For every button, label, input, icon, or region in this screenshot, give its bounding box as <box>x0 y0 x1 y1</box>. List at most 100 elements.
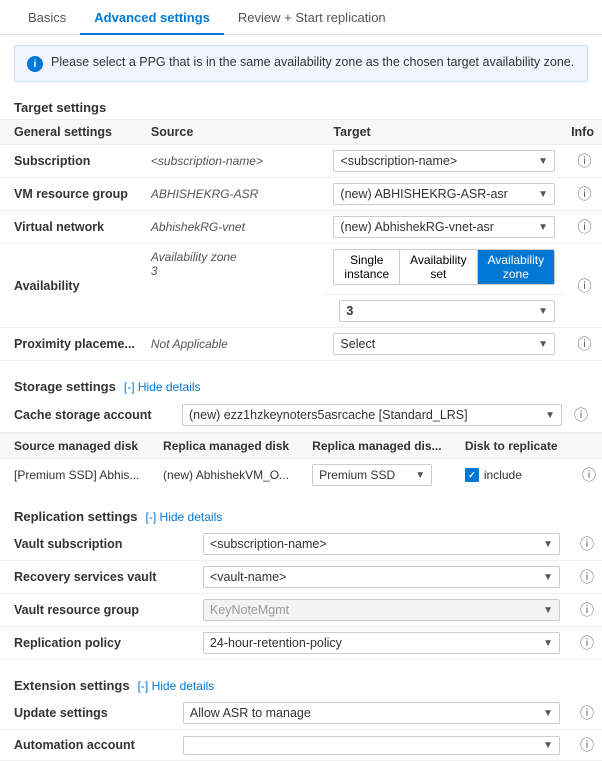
extension-settings-header: Extension settings [-] Hide details <box>0 670 602 697</box>
info-icon-vault-rg[interactable]: ⓘ <box>576 602 594 618</box>
source-vnet: AbhishekRG-vnet <box>151 220 245 234</box>
tab-basics[interactable]: Basics <box>14 0 80 35</box>
row-label-automation-account: Automation account <box>0 730 143 761</box>
tab-review-start[interactable]: Review + Start replication <box>224 0 400 35</box>
chevron-down-icon: ▼ <box>545 410 555 421</box>
table-row-proximity: Proximity placeme... Not Applicable Sele… <box>0 328 602 361</box>
include-label: include <box>484 468 522 482</box>
chevron-down-icon: ▼ <box>538 306 548 317</box>
source-proximity: Not Applicable <box>151 337 228 351</box>
chevron-down-icon: ▼ <box>538 222 548 233</box>
dropdown-cache-storage[interactable]: (new) ezz1hzkeynoters5asrcache [Standard… <box>182 404 562 426</box>
source-subscription: <subscription-name> <box>151 154 263 168</box>
col-source: Source <box>143 120 326 145</box>
tab-bar: Basics Advanced settings Review + Start … <box>0 0 602 35</box>
col-info: Info <box>563 120 602 145</box>
table-row-recovery-vault: Recovery services vault <vault-name> ▼ ⓘ <box>0 561 602 594</box>
table-row: Subscription <subscription-name> <subscr… <box>0 145 602 178</box>
extension-hide-link[interactable]: [-] Hide details <box>138 679 215 693</box>
dropdown-replica-type[interactable]: Premium SSD ▼ <box>312 464 432 486</box>
chevron-down-icon: ▼ <box>543 638 553 649</box>
disk-replica1-value: (new) AbhishekVM_O... <box>157 459 306 492</box>
row-label-vnet: Virtual network <box>0 211 143 244</box>
info-icon-update-settings[interactable]: ⓘ <box>576 705 594 721</box>
disk-col-replica2: Replica managed dis... <box>306 434 459 459</box>
row-label-availability: Availability <box>0 244 143 328</box>
source-availability-line1: Availability zone <box>151 250 318 264</box>
info-icon-proximity[interactable]: ⓘ <box>574 336 592 352</box>
dropdown-subscription[interactable]: <subscription-name> ▼ <box>333 150 555 172</box>
table-row-vault-rg: Vault resource group KeyNoteMgmt ▼ ⓘ <box>0 594 602 627</box>
chevron-down-icon: ▼ <box>538 189 548 200</box>
avail-btn-set[interactable]: Availability set <box>400 250 477 284</box>
dropdown-vnet[interactable]: (new) AbhishekRG-vnet-asr ▼ <box>333 216 555 238</box>
target-settings-header: Target settings <box>0 92 602 119</box>
chevron-down-icon: ▼ <box>543 539 553 550</box>
chevron-down-icon: ▼ <box>543 708 553 719</box>
row-label-update-settings: Update settings <box>0 697 143 730</box>
info-icon-replication-policy[interactable]: ⓘ <box>576 635 594 651</box>
info-icon-subscription[interactable]: ⓘ <box>574 153 592 169</box>
table-row: Virtual network AbhishekRG-vnet (new) Ab… <box>0 211 602 244</box>
chevron-down-icon: ▼ <box>543 572 553 583</box>
disk-col-replicate: Disk to replicate <box>459 434 572 459</box>
row-label-proximity: Proximity placeme... <box>0 328 143 361</box>
dropdown-vm-rg[interactable]: (new) ABHISHEKRG-ASR-asr ▼ <box>333 183 555 205</box>
info-icon-vault-sub[interactable]: ⓘ <box>576 536 594 552</box>
chevron-down-icon: ▼ <box>543 605 553 616</box>
dropdown-vault-rg: KeyNoteMgmt ▼ <box>203 599 560 621</box>
info-icon-cache[interactable]: ⓘ <box>570 405 588 425</box>
replication-settings-table: Vault subscription <subscription-name> ▼… <box>0 528 602 660</box>
info-icon: i <box>27 56 43 72</box>
table-row-availability: Availability Availability zone 3 Single … <box>0 244 602 295</box>
disk-col-replica1: Replica managed disk <box>157 434 306 459</box>
chevron-down-icon: ▼ <box>538 339 548 350</box>
info-icon-recovery-vault[interactable]: ⓘ <box>576 569 594 585</box>
info-icon-vnet[interactable]: ⓘ <box>574 219 592 235</box>
info-icon-automation-account[interactable]: ⓘ <box>576 737 594 753</box>
target-settings-table: General settings Source Target Info Subs… <box>0 119 602 361</box>
availability-button-group: Single instance Availability set Availab… <box>333 249 555 285</box>
info-icon-disk[interactable]: ⓘ <box>578 467 596 483</box>
dropdown-recovery-vault[interactable]: <vault-name> ▼ <box>203 566 560 588</box>
row-label-vault-sub: Vault subscription <box>0 528 164 561</box>
tab-advanced-settings[interactable]: Advanced settings <box>80 0 224 35</box>
info-banner: i Please select a PPG that is in the sam… <box>14 45 588 82</box>
replication-hide-link[interactable]: [-] Hide details <box>146 510 223 524</box>
info-icon-availability[interactable]: ⓘ <box>574 278 592 294</box>
chevron-down-icon: ▼ <box>543 740 553 751</box>
source-vm-rg: ABHISHEKRG-ASR <box>151 187 258 201</box>
table-row: VM resource group ABHISHEKRG-ASR (new) A… <box>0 178 602 211</box>
dropdown-update-settings[interactable]: Allow ASR to manage ▼ <box>183 702 560 724</box>
storage-hide-link[interactable]: [-] Hide details <box>124 380 201 394</box>
disk-table: Source managed disk Replica managed disk… <box>0 433 602 491</box>
col-target: Target <box>325 120 563 145</box>
table-row-vault-sub: Vault subscription <subscription-name> ▼… <box>0 528 602 561</box>
replication-settings-header: Replication settings [-] Hide details <box>0 501 602 528</box>
disk-row: [Premium SSD] Abhis... (new) AbhishekVM_… <box>0 459 602 492</box>
chevron-down-icon: ▼ <box>415 470 425 481</box>
table-row-replication-policy: Replication policy 24-hour-retention-pol… <box>0 627 602 660</box>
avail-btn-single[interactable]: Single instance <box>334 250 400 284</box>
row-label-recovery-vault: Recovery services vault <box>0 561 164 594</box>
cache-label: Cache storage account <box>14 408 174 422</box>
dropdown-automation-account[interactable]: ▼ <box>183 736 560 755</box>
info-icon-vm-rg[interactable]: ⓘ <box>574 186 592 202</box>
disk-include-wrap: ✓ include <box>465 468 566 482</box>
disk-source-value: [Premium SSD] Abhis... <box>0 459 157 492</box>
storage-settings-header: Storage settings [-] Hide details <box>0 371 602 398</box>
dropdown-availability-zone[interactable]: 3 ▼ <box>339 300 555 322</box>
table-row-automation-account: Automation account ▼ ⓘ <box>0 730 602 761</box>
banner-text: Please select a PPG that is in the same … <box>51 55 574 69</box>
col-general: General settings <box>0 120 143 145</box>
dropdown-replication-policy[interactable]: 24-hour-retention-policy ▼ <box>203 632 560 654</box>
dropdown-vault-sub[interactable]: <subscription-name> ▼ <box>203 533 560 555</box>
chevron-down-icon: ▼ <box>538 156 548 167</box>
row-label-vault-rg: Vault resource group <box>0 594 164 627</box>
avail-btn-zone[interactable]: Availability zone <box>478 250 554 284</box>
table-row-update-settings: Update settings Allow ASR to manage ▼ ⓘ <box>0 697 602 730</box>
extension-settings-table: Update settings Allow ASR to manage ▼ ⓘ … <box>0 697 602 761</box>
include-checkbox[interactable]: ✓ <box>465 468 479 482</box>
cache-storage-row: Cache storage account (new) ezz1hzkeynot… <box>0 398 602 433</box>
dropdown-proximity[interactable]: Select ▼ <box>333 333 555 355</box>
